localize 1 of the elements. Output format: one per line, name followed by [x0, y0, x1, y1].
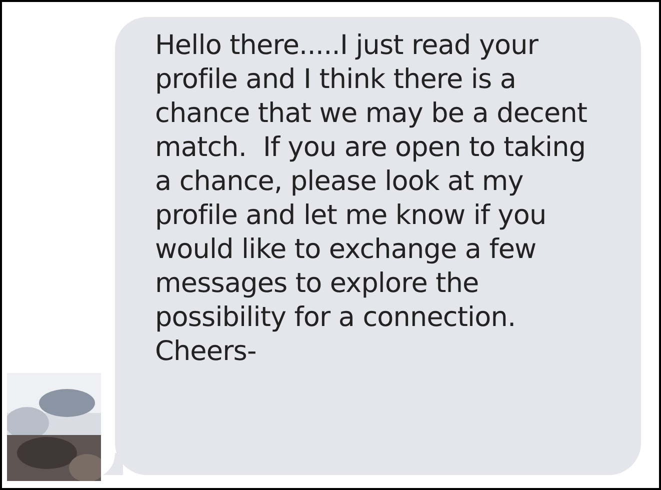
message-text: Hello there.....I just read your profile and I think there is a chance that we may be a decent match. If you are open to taking a chance, please look at my profile and let me know if you would like to exchange a few messages to explore the possibility for a connection. Cheers- — [155, 29, 588, 369]
